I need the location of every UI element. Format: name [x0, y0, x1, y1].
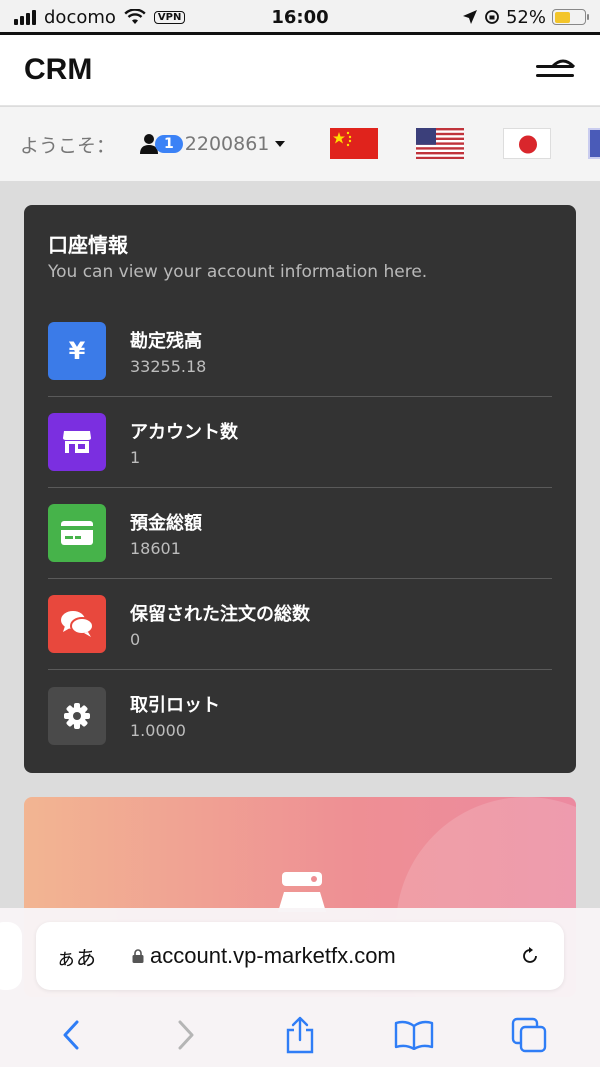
- store-icon: [48, 413, 106, 471]
- vpn-badge: VPN: [153, 10, 186, 24]
- battery-percent: 52%: [505, 6, 546, 28]
- brand-logo[interactable]: CRM: [24, 53, 92, 87]
- reader-options-button[interactable]: ぁあ: [56, 942, 96, 971]
- usa-flag[interactable]: [416, 128, 464, 159]
- gear-icon: [48, 686, 106, 745]
- share-icon: [286, 1016, 314, 1054]
- forward-button[interactable]: [164, 1013, 208, 1057]
- back-button[interactable]: [49, 1013, 93, 1057]
- list-item: 預金総額 18601: [48, 488, 552, 579]
- location-arrow-icon: [462, 10, 477, 24]
- user-dropdown[interactable]: 1 2200861: [139, 133, 286, 155]
- japan-flag[interactable]: [503, 128, 551, 159]
- list-item: ¥ 勘定残高 33255.18: [48, 306, 552, 397]
- china-flag[interactable]: [330, 128, 378, 159]
- chat-icon: [48, 595, 106, 653]
- welcome-bar: ようこそ： 1 2200861: [0, 107, 600, 181]
- card-title: 口座情報: [48, 233, 128, 257]
- battery-icon: [552, 9, 589, 25]
- item-label: 勘定残高: [130, 330, 202, 352]
- browser-toolbar: [0, 1012, 600, 1058]
- signal-icon: [14, 9, 36, 25]
- bookmarks-button[interactable]: [392, 1013, 436, 1057]
- chevron-down-icon: [275, 141, 286, 147]
- wifi-icon: [124, 9, 146, 24]
- item-label: 預金総額: [130, 512, 202, 534]
- app-header: CRM: [0, 35, 600, 106]
- item-value: 18601: [130, 538, 181, 558]
- chevron-right-icon: [178, 1020, 194, 1050]
- reload-icon[interactable]: [520, 946, 540, 966]
- item-value: 1: [130, 447, 141, 467]
- tabs-icon: [511, 1017, 546, 1053]
- share-button[interactable]: [278, 1013, 322, 1057]
- item-label: アカウント数: [130, 421, 238, 443]
- list-item: 取引ロット 1.0000: [48, 670, 552, 761]
- previous-tab-preview[interactable]: [0, 922, 22, 990]
- hamburger-menu-icon[interactable]: [536, 57, 576, 83]
- item-value: 33255.18: [130, 356, 207, 376]
- credit-card-icon: [48, 504, 106, 562]
- notification-badge: 1: [155, 135, 183, 153]
- browser-bottom-bar: ぁあ account.vp-marketfx.com: [0, 908, 600, 1067]
- book-icon: [395, 1020, 434, 1050]
- carrier-name: docomo: [44, 6, 116, 28]
- welcome-label: ようこそ：: [20, 134, 116, 157]
- yen-icon: ¥: [48, 322, 106, 380]
- tabs-button[interactable]: [507, 1013, 551, 1057]
- user-id: 2200861: [184, 133, 270, 155]
- url-text: account.vp-marketfx.com: [150, 943, 396, 968]
- chevron-left-icon: [63, 1020, 79, 1050]
- item-label: 取引ロット: [130, 695, 220, 716]
- card-subtitle: You can view your account information he…: [48, 262, 428, 282]
- list-item: アカウント数 1: [48, 397, 552, 488]
- item-value: 1.0000: [130, 721, 186, 740]
- item-label: 保留された注文の総数: [130, 603, 310, 625]
- shop-icon: [278, 872, 326, 912]
- account-info-card: 口座情報 You can view your account informati…: [24, 205, 576, 773]
- orientation-lock-icon: [485, 10, 499, 24]
- account-info-list: ¥ 勘定残高 33255.18 アカウント数 1 預金総額 18601 保留され…: [48, 306, 552, 761]
- status-bar: docomo VPN 16:00 52%: [0, 0, 600, 34]
- list-item: 保留された注文の総数 0: [48, 579, 552, 670]
- other-flag[interactable]: [588, 128, 600, 159]
- item-value: 0: [130, 629, 141, 649]
- address-bar[interactable]: ぁあ account.vp-marketfx.com: [36, 922, 564, 990]
- lock-icon: [132, 949, 144, 963]
